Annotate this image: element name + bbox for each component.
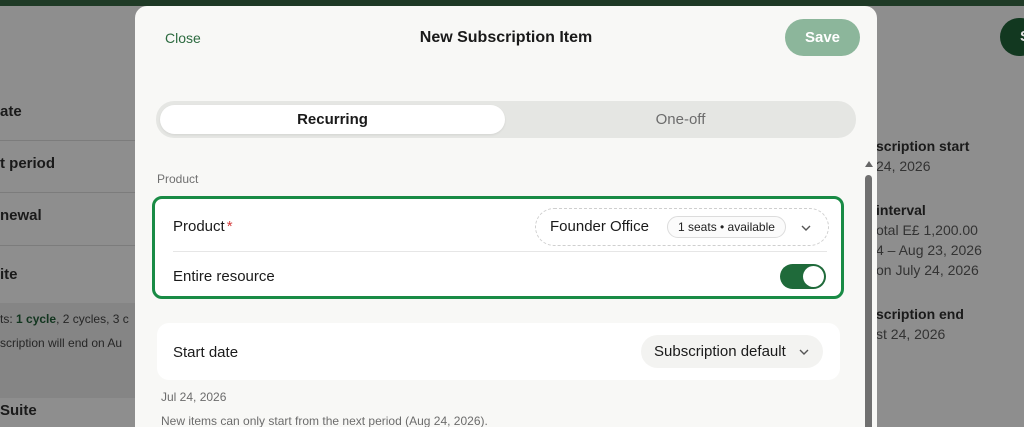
background-cycles-text: ts: 1 cycle, 2 cycles, 3 c — [0, 312, 129, 326]
scroll-up-icon[interactable] — [865, 161, 873, 167]
chevron-down-icon — [801, 225, 811, 231]
summary-value: otal E£ 1,200.00 — [876, 222, 978, 238]
scrollbar-thumb[interactable] — [865, 175, 872, 427]
new-subscription-item-modal: New Subscription Item Close Save Recurri… — [135, 6, 877, 427]
save-button[interactable]: Save — [785, 19, 860, 56]
divider — [0, 245, 140, 246]
billing-type-segmented-control: Recurring One-off — [156, 101, 856, 138]
start-date-label: Start date — [173, 344, 239, 361]
availability-badge: 1 seats • available — [667, 216, 786, 238]
chevron-down-icon — [799, 349, 809, 355]
divider — [0, 192, 140, 193]
product-selected-name: Founder Office — [550, 218, 649, 235]
summary-value: st 24, 2026 — [876, 326, 946, 342]
product-card: Product * Founder Office 1 seats • availa… — [152, 196, 844, 299]
start-date-text: Jul 24, 2026 — [161, 390, 227, 404]
start-date-hint: New items can only start from the next p… — [161, 414, 488, 427]
start-date-select[interactable]: Subscription default — [641, 335, 823, 368]
divider — [0, 140, 140, 141]
product-select[interactable]: Founder Office 1 seats • available — [535, 208, 829, 246]
close-button[interactable]: Close — [165, 30, 201, 46]
background-row-label: newal — [0, 207, 42, 224]
entire-resource-toggle[interactable] — [780, 264, 826, 289]
toggle-knob — [803, 266, 824, 287]
entire-resource-label: Entire resource — [173, 268, 275, 285]
section-label: Product — [157, 172, 199, 186]
tab-recurring[interactable]: Recurring — [160, 105, 505, 134]
background-summary-panel: scription start 24, 2026 interval otal E… — [876, 0, 1024, 427]
start-date-value: Subscription default — [654, 343, 786, 360]
summary-heading: scription end — [876, 306, 964, 322]
summary-value: 4 – Aug 23, 2026 — [876, 242, 982, 258]
summary-value: 24, 2026 — [876, 158, 931, 174]
background-details-panel: ate t period newal ite ts: 1 cycle, 2 cy… — [0, 85, 140, 427]
summary-heading: interval — [876, 202, 926, 218]
background-cycles-box: ts: 1 cycle, 2 cycles, 3 c scription wil… — [0, 303, 140, 398]
summary-value: on July 24, 2026 — [876, 262, 979, 278]
background-row-label: ate — [0, 103, 22, 120]
background-cycles-note: scription will end on Au — [0, 336, 123, 350]
start-date-card: Start date Subscription default — [157, 323, 840, 380]
background-row-label: t period — [0, 155, 55, 172]
required-mark: * — [226, 218, 233, 235]
background-row-label: ite — [0, 266, 18, 283]
tab-one-off[interactable]: One-off — [509, 105, 852, 134]
modal-title: New Subscription Item — [419, 29, 593, 46]
product-label: Product * — [173, 218, 233, 235]
modal-scrollbar[interactable] — [863, 161, 873, 427]
summary-heading: scription start — [876, 138, 970, 154]
background-row-label: Suite — [0, 402, 37, 419]
divider — [173, 251, 827, 252]
